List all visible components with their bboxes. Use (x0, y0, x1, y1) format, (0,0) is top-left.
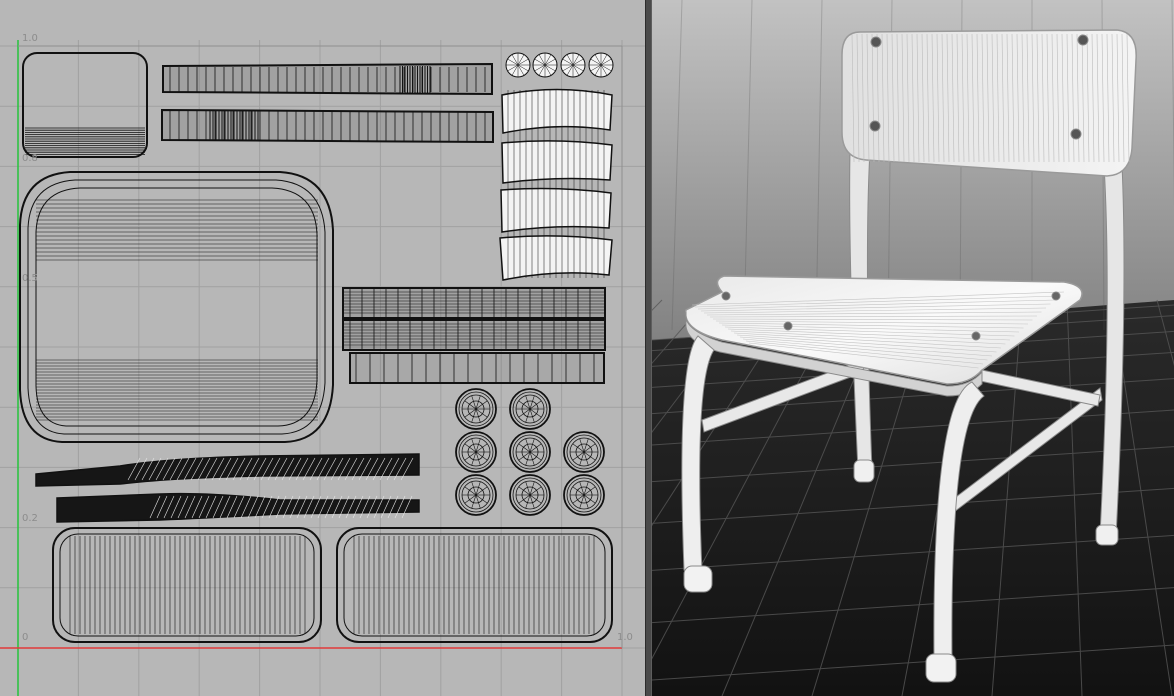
uv-island-leg-caps-arcs[interactable] (499, 88, 613, 281)
uv-island-screws[interactable] (455, 388, 605, 516)
panel-splitter[interactable] (645, 0, 652, 696)
uv-island-rail-2[interactable] (342, 319, 606, 351)
uv-axis-label-08: 0.8 (22, 153, 38, 164)
uv-canvas[interactable] (0, 0, 645, 696)
uv-island-rail-3[interactable] (349, 352, 605, 384)
viewport-canvas[interactable] (652, 0, 1174, 696)
uv-island-foot-caps[interactable] (505, 52, 614, 78)
3d-viewport[interactable] (652, 0, 1174, 696)
uv-axis-label-top: 1.0 (22, 33, 38, 44)
uv-axis-label-origin: 0 (22, 632, 29, 643)
app-window: 1.0 0.8 0.5 0.2 0 1.0 (0, 0, 1174, 696)
uv-axis-label-right: 1.0 (617, 632, 633, 643)
uv-axis-label-02: 0.2 (22, 513, 38, 524)
uv-island-bottom-left[interactable] (52, 527, 322, 643)
uv-island-backrest-small[interactable] (22, 52, 148, 158)
uv-island-bent-strip-1[interactable] (35, 453, 420, 487)
uv-island-seat[interactable] (19, 171, 334, 443)
uv-island-rail-1[interactable] (342, 287, 606, 319)
uv-island-bent-strip-2[interactable] (56, 492, 420, 523)
uv-island-bottom-right[interactable] (336, 527, 613, 643)
uv-island-strip-1[interactable] (162, 62, 493, 96)
chair-backrest (841, 29, 1137, 177)
uv-axis-label-05: 0.5 (22, 273, 38, 284)
uv-island-strip-2[interactable] (161, 108, 494, 144)
uv-editor-panel[interactable]: 1.0 0.8 0.5 0.2 0 1.0 (0, 0, 645, 696)
